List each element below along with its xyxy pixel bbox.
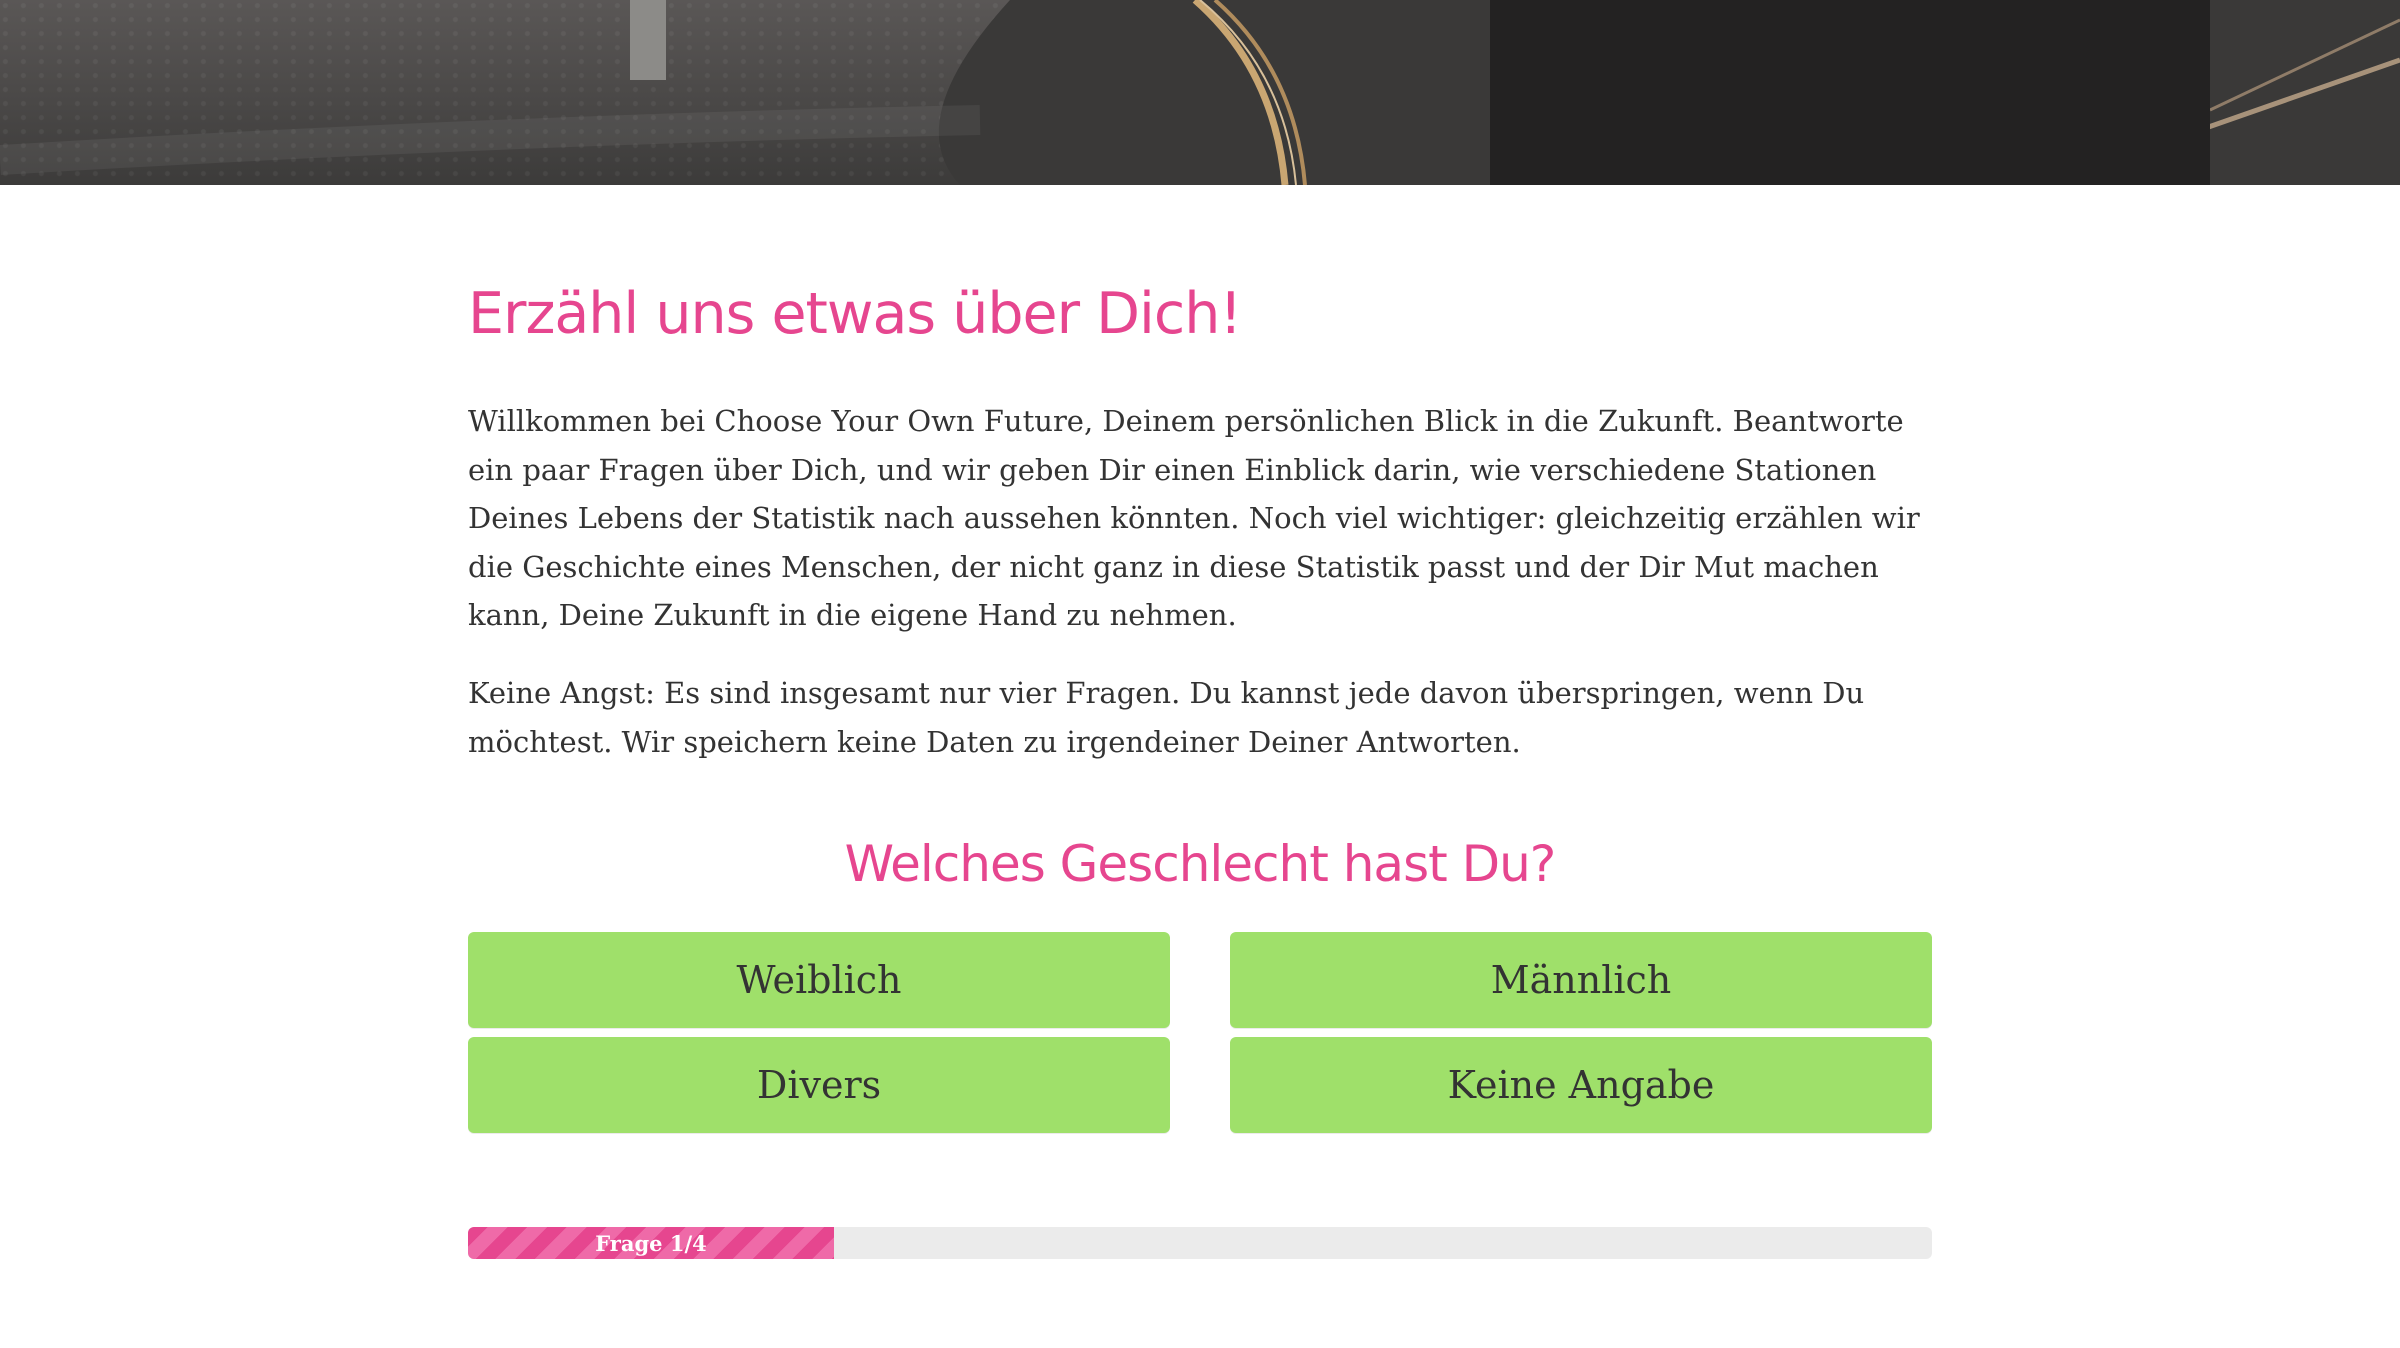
hero-image xyxy=(0,0,2400,185)
question-title: Welches Geschlecht hast Du? xyxy=(844,835,1557,893)
privacy-paragraph: Keine Angst: Es sind insgesamt nur vier … xyxy=(468,676,1865,759)
intro-paragraph: Willkommen bei Choose Your Own Future, D… xyxy=(468,404,1920,632)
answer-weiblich-button[interactable]: Weiblich xyxy=(468,932,1170,1028)
street-photo xyxy=(0,0,2400,185)
answer-keine-angabe-button[interactable]: Keine Angabe xyxy=(1230,1037,1932,1133)
answer-divers-button[interactable]: Divers xyxy=(468,1037,1170,1133)
page-title: Erzähl uns etwas über Dich! xyxy=(468,281,1242,347)
progress-label: Frage 1/4 xyxy=(595,1230,707,1256)
progress-bar: Frage 1/4 xyxy=(468,1227,1932,1259)
answer-maennlich-button[interactable]: Männlich xyxy=(1230,932,1932,1028)
